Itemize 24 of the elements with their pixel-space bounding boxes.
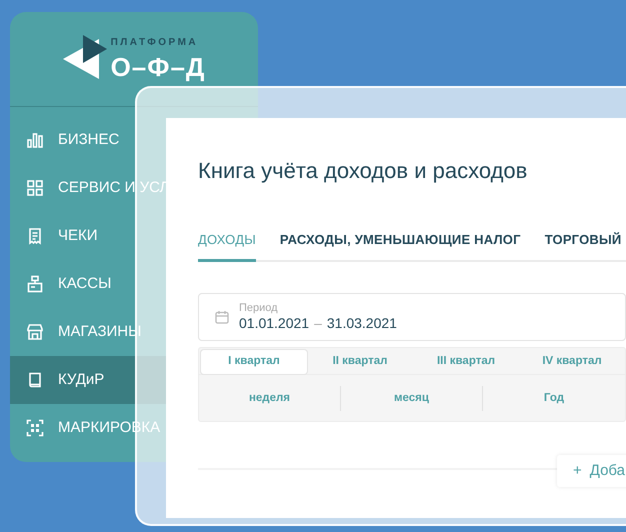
quarter-tab[interactable]: II квартал (307, 350, 413, 374)
quarter-tab[interactable]: III квартал (413, 350, 519, 374)
shop-icon (26, 323, 44, 341)
logo-tagline: ПЛАТФОРМА (110, 38, 200, 48)
book-icon (26, 371, 44, 389)
grid-icon (26, 179, 44, 197)
logo-text: О–Ф–Д (110, 54, 206, 80)
range-tab[interactable]: неделя (199, 386, 341, 412)
receipt-icon (26, 227, 44, 245)
bar-chart-icon (26, 131, 44, 149)
range-tab[interactable]: Год (483, 386, 625, 412)
quarter-tab[interactable]: IV квартал (519, 350, 625, 374)
quarter-tab[interactable]: I квартал (201, 350, 307, 374)
add-button[interactable]: + Доба (557, 454, 626, 487)
cash-register-icon (26, 275, 44, 293)
plus-icon: + (573, 460, 582, 482)
page-title: Книга учёта доходов и расходов (198, 158, 528, 184)
tab[interactable]: РАСХОДЫ, УМЕНЬШАЮЩИЕ НАЛОГ (280, 230, 521, 262)
calendar-icon (215, 310, 229, 324)
tab[interactable]: ТОРГОВЫЙ (544, 230, 622, 262)
range-tab[interactable]: месяц (341, 386, 483, 412)
tab[interactable]: ДОХОДЫ (198, 230, 256, 262)
qr-scan-icon (26, 419, 44, 437)
period-field[interactable]: Период 01.01.2021 – 31.03.2021 (198, 292, 626, 341)
